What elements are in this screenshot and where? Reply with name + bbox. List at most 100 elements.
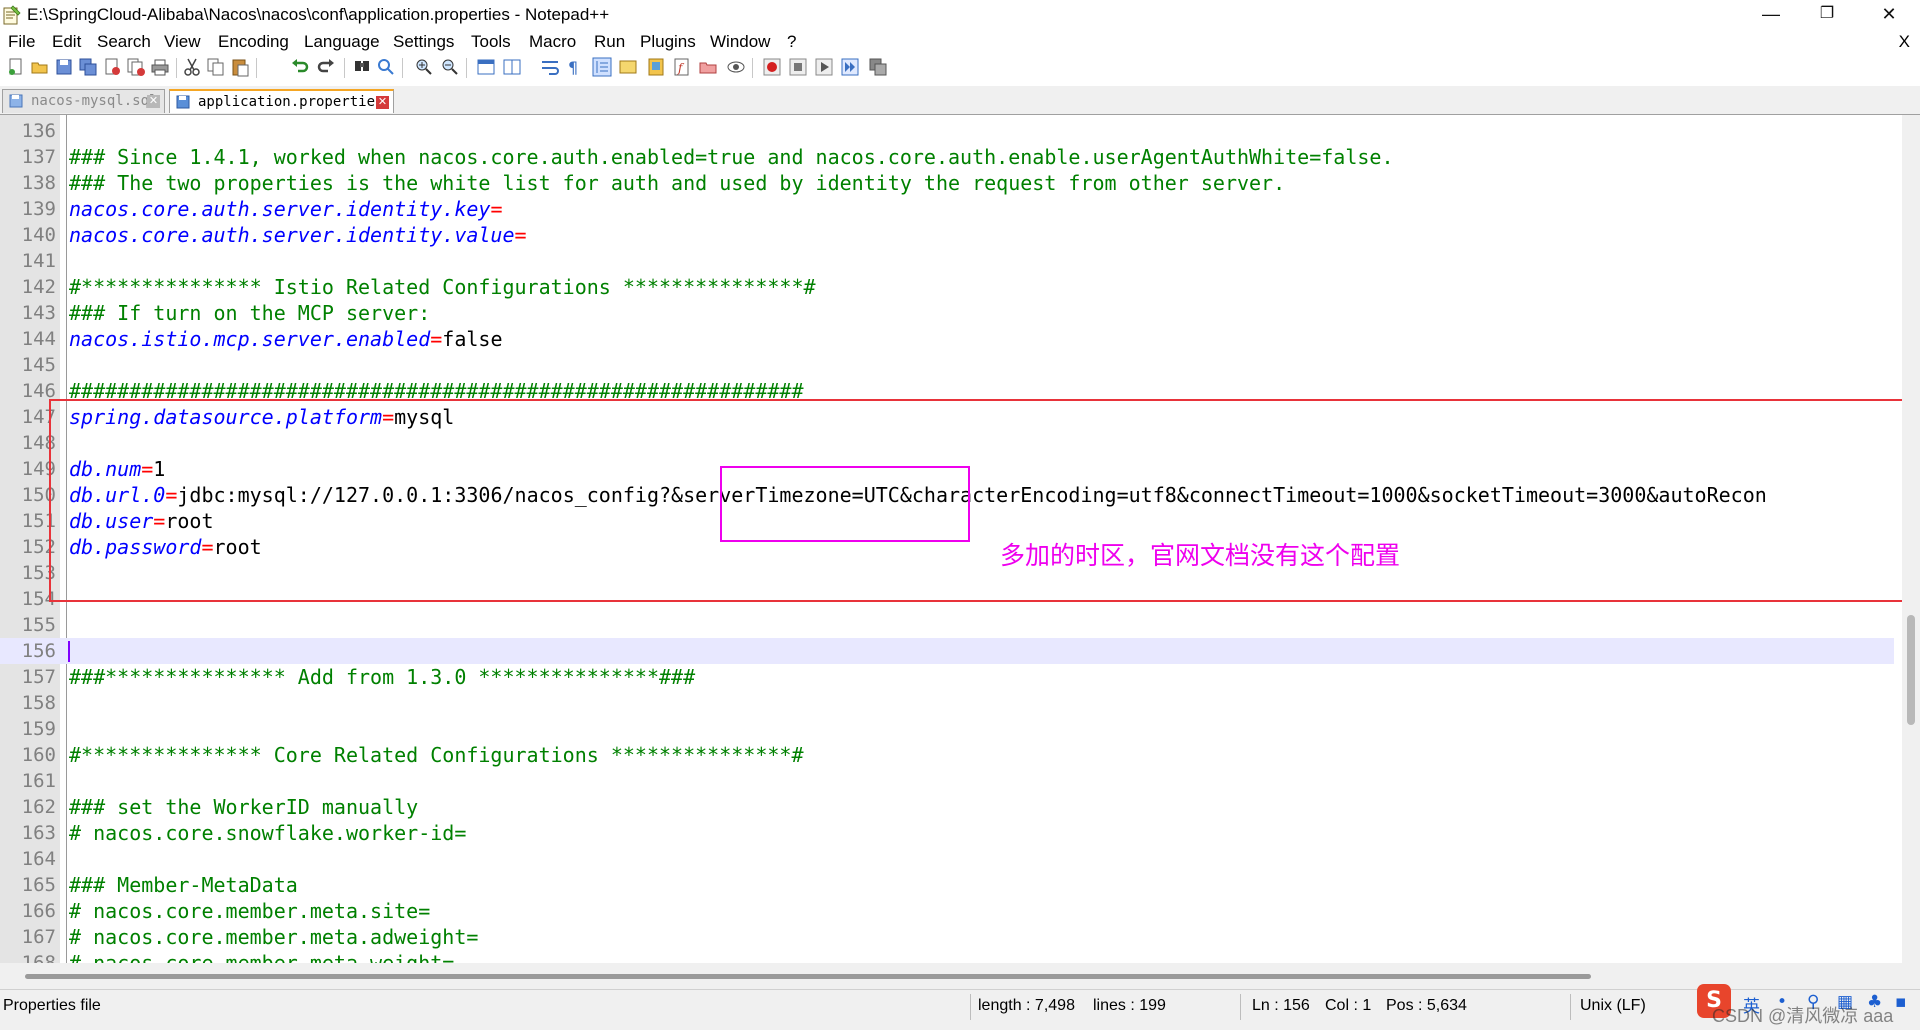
menu-language[interactable]: Language xyxy=(304,32,380,52)
record-macro-icon[interactable] xyxy=(762,57,782,77)
code-line[interactable]: 161 xyxy=(0,768,1902,794)
vertical-scrollbar[interactable] xyxy=(1902,115,1920,963)
menu-tools[interactable]: Tools xyxy=(471,32,511,52)
ime-toolbox-icon[interactable]: ▪ xyxy=(1895,992,1907,1012)
close-document-button[interactable]: X xyxy=(1899,32,1910,52)
code-line[interactable]: 142 #*************** Istio Related Config… xyxy=(0,274,1902,300)
tab-nacos-mysql-sql[interactable]: nacos-mysql.sql ✕ xyxy=(2,89,165,113)
save-all-icon[interactable] xyxy=(78,57,98,77)
horizontal-scroll-thumb[interactable] xyxy=(25,974,1591,979)
code-line[interactable]: 136 xyxy=(0,118,1902,144)
line-number: 166 xyxy=(21,900,56,922)
tab-close-icon[interactable]: ✕ xyxy=(147,95,160,108)
status-length: length : 7,498 xyxy=(978,997,1075,1014)
token-val: false xyxy=(442,327,503,351)
code-line[interactable]: 155 xyxy=(0,612,1902,638)
status-file-type: Properties file xyxy=(3,997,101,1014)
tab-close-icon[interactable]: ✕ xyxy=(376,96,389,109)
code-line[interactable]: 163 # nacos.core.snowflake.worker-id= xyxy=(0,820,1902,846)
menu-search[interactable]: Search xyxy=(97,32,151,52)
menu-macro[interactable]: Macro xyxy=(529,32,576,52)
paste-icon[interactable] xyxy=(230,57,250,77)
code-line[interactable]: 145 xyxy=(0,352,1902,378)
token-cmt: ### set the WorkerID manually xyxy=(69,795,419,819)
menu-settings[interactable]: Settings xyxy=(393,32,454,52)
sync-horizontal-icon[interactable] xyxy=(502,57,522,77)
show-all-characters-icon[interactable]: ¶ xyxy=(564,57,584,77)
function-list-icon[interactable]: f xyxy=(672,57,692,77)
token-cmt: ### If turn on the MCP server: xyxy=(69,301,431,325)
zoom-out-icon[interactable] xyxy=(440,57,460,77)
token-cmt: ###*************** Add from 1.3.0 ******… xyxy=(69,665,696,689)
tab-application-properties[interactable]: application.properties ✕ xyxy=(169,89,394,113)
monitoring-icon[interactable] xyxy=(726,57,746,77)
horizontal-scrollbar[interactable] xyxy=(0,963,1920,989)
save-macro-icon[interactable] xyxy=(868,57,888,77)
minimize-button[interactable]: — xyxy=(1744,0,1798,30)
close-icon[interactable] xyxy=(102,57,122,77)
status-separator xyxy=(1240,994,1241,1020)
close-all-icon[interactable] xyxy=(126,57,146,77)
close-window-button[interactable]: ✕ xyxy=(1862,0,1916,30)
code-line[interactable]: 137 ### Since 1.4.1, worked when nacos.co… xyxy=(0,144,1902,170)
indent-guide-icon[interactable] xyxy=(592,57,612,77)
stop-recording-icon[interactable] xyxy=(788,57,808,77)
code-line[interactable]: 144 nacos.istio.mcp.server.enabled=false xyxy=(0,326,1902,352)
line-number: 142 xyxy=(21,276,56,298)
cut-icon[interactable] xyxy=(182,57,202,77)
define-language-icon[interactable] xyxy=(618,57,638,77)
restore-button[interactable]: ❐ xyxy=(1800,0,1854,30)
playback-icon[interactable] xyxy=(814,57,834,77)
line-text: nacos.core.auth.server.identity.key= xyxy=(69,196,502,222)
code-line[interactable]: 165 ### Member-MetaData xyxy=(0,872,1902,898)
word-wrap-icon[interactable] xyxy=(540,57,560,77)
status-column: Col : 1 xyxy=(1325,997,1372,1014)
open-file-icon[interactable] xyxy=(30,57,50,77)
vertical-scroll-thumb[interactable] xyxy=(1907,615,1915,725)
find-icon[interactable] xyxy=(352,57,372,77)
menu-window[interactable]: Window xyxy=(710,32,770,52)
code-line[interactable]: 141 xyxy=(0,248,1902,274)
code-line[interactable]: 143 ### If turn on the MCP server: xyxy=(0,300,1902,326)
toolbar-separator xyxy=(256,58,257,78)
code-line[interactable]: 159 xyxy=(0,716,1902,742)
menu-view[interactable]: View xyxy=(164,32,201,52)
code-line[interactable]: 138 ### The two properties is the white l… xyxy=(0,170,1902,196)
line-number: 158 xyxy=(21,692,56,714)
code-line[interactable]: 164 xyxy=(0,846,1902,872)
token-cmt: # nacos.core.member.meta.site= xyxy=(69,899,431,923)
menu-file[interactable]: File xyxy=(8,32,35,52)
copy-icon[interactable] xyxy=(206,57,226,77)
folder-as-workspace-icon[interactable] xyxy=(698,57,718,77)
code-line[interactable]: 158 xyxy=(0,690,1902,716)
undo-icon[interactable] xyxy=(290,57,310,77)
token-cmt: # nacos.core.member.meta.adweight= xyxy=(69,925,479,949)
run-macro-multiple-icon[interactable] xyxy=(840,57,860,77)
redo-icon[interactable] xyxy=(316,57,336,77)
menu-run[interactable]: Run xyxy=(594,32,625,52)
replace-icon[interactable] xyxy=(376,57,396,77)
menu-help[interactable]: ? xyxy=(787,32,796,52)
code-line[interactable]: 139 nacos.core.auth.server.identity.key= xyxy=(0,196,1902,222)
zoom-in-icon[interactable] xyxy=(414,57,434,77)
new-file-icon[interactable] xyxy=(6,57,26,77)
code-line[interactable]: 140 nacos.core.auth.server.identity.value… xyxy=(0,222,1902,248)
code-line[interactable]: 168 # nacos.core.member.meta.weight= xyxy=(0,950,1902,963)
status-bar: Properties file length : 7,498 lines : 1… xyxy=(0,989,1920,1030)
sync-vertical-icon[interactable] xyxy=(476,57,496,77)
menu-edit[interactable]: Edit xyxy=(52,32,81,52)
code-line[interactable]: 166 # nacos.core.member.meta.site= xyxy=(0,898,1902,924)
code-line[interactable]: 167 # nacos.core.member.meta.adweight= xyxy=(0,924,1902,950)
menu-encoding[interactable]: Encoding xyxy=(218,32,289,52)
menu-plugins[interactable]: Plugins xyxy=(640,32,696,52)
document-map-icon[interactable] xyxy=(646,57,666,77)
code-line[interactable]: 162 ### set the WorkerID manually xyxy=(0,794,1902,820)
code-line[interactable]: 157 ###*************** Add from 1.3.0 ***… xyxy=(0,664,1902,690)
print-icon[interactable] xyxy=(150,57,170,77)
code-line[interactable]: 156 xyxy=(0,638,1894,664)
token-eq: = xyxy=(430,327,443,351)
toolbar-separator xyxy=(344,58,345,78)
code-line[interactable]: 160 #*************** Core Related Configu… xyxy=(0,742,1902,768)
status-separator xyxy=(970,994,971,1020)
save-icon[interactable] xyxy=(54,57,74,77)
